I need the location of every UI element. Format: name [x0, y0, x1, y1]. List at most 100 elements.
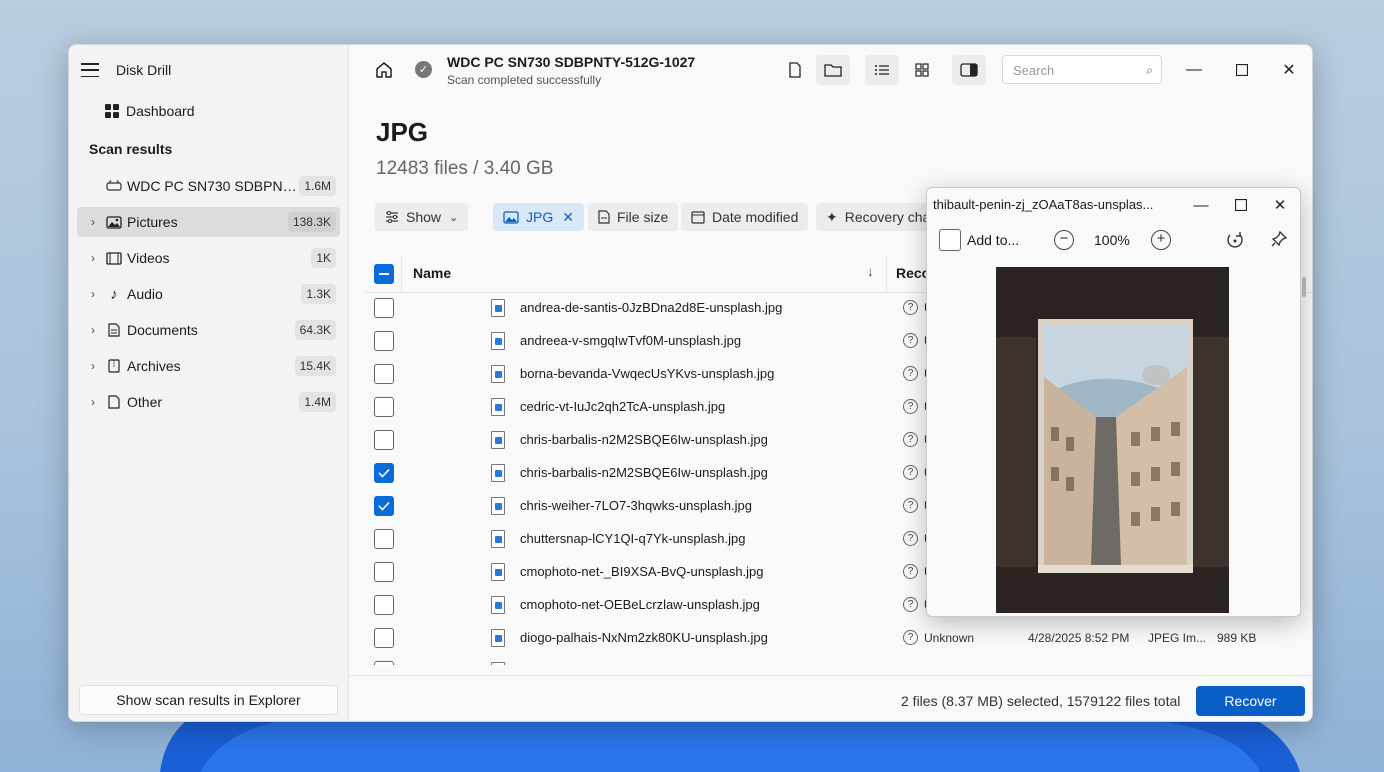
count-badge: 138.3K	[287, 212, 336, 232]
rotate-icon[interactable]	[1225, 230, 1245, 255]
sidebar-item-pictures[interactable]: › Pictures 138.3K	[77, 207, 340, 237]
page-title: JPG	[376, 117, 429, 147]
zoom-level: 100%	[1094, 232, 1130, 248]
jpg-file-icon	[491, 530, 505, 548]
name-column-header[interactable]: Name	[413, 265, 451, 281]
question-icon: ?	[903, 399, 918, 414]
select-all-checkbox[interactable]	[374, 264, 394, 284]
show-in-explorer-button[interactable]: Show scan results in Explorer	[79, 685, 338, 715]
chevron-right-icon[interactable]: ›	[85, 323, 101, 337]
row-checkbox[interactable]	[374, 430, 394, 450]
document-icon	[106, 323, 122, 337]
file-size-filter-label: File size	[617, 209, 669, 225]
question-icon: ?	[903, 300, 918, 315]
sidebar-item-dashboard[interactable]: Dashboard	[105, 103, 195, 119]
row-checkbox[interactable]	[374, 298, 394, 318]
jpg-file-icon	[491, 563, 505, 581]
maximize-icon[interactable]	[1229, 57, 1255, 83]
zoom-in-icon[interactable]: +	[1151, 230, 1171, 250]
chevron-right-icon[interactable]: ›	[85, 359, 101, 373]
sidebar-item-other[interactable]: › Other 1.4M	[77, 387, 340, 417]
row-checkbox[interactable]	[374, 661, 394, 665]
question-icon: ?	[903, 630, 918, 645]
list-view-button[interactable]	[865, 55, 899, 85]
zoom-out-icon[interactable]: −	[1054, 230, 1074, 250]
remove-filter-icon[interactable]: ✕	[562, 209, 574, 226]
home-icon[interactable]	[375, 61, 393, 84]
chevron-right-icon[interactable]: ›	[85, 215, 101, 229]
search-icon[interactable]: ⌕	[1146, 63, 1153, 78]
question-icon: ?	[903, 531, 918, 546]
file-size-filter-button[interactable]: File size	[588, 203, 679, 231]
minimize-icon[interactable]: —	[1181, 57, 1207, 83]
dashboard-label: Dashboard	[126, 103, 195, 119]
question-icon: ?	[903, 564, 918, 579]
row-checkbox-checked[interactable]	[374, 496, 394, 516]
recover-button[interactable]: Recover	[1196, 686, 1305, 716]
table-row-partial[interactable]	[365, 655, 1312, 665]
search-input[interactable]: Search ⌕	[1002, 55, 1162, 84]
row-checkbox[interactable]	[374, 397, 394, 417]
preview-minimize-icon[interactable]: —	[1189, 194, 1213, 216]
question-icon: ?	[903, 366, 918, 381]
file-view-button[interactable]	[778, 55, 812, 85]
row-checkbox[interactable]	[374, 364, 394, 384]
chevron-right-icon[interactable]: ›	[85, 251, 101, 265]
jpg-file-icon	[491, 596, 505, 614]
pin-icon[interactable]	[1270, 230, 1288, 253]
music-note-icon: ♪	[110, 285, 118, 303]
row-checkbox-checked[interactable]	[374, 463, 394, 483]
row-checkbox[interactable]	[374, 529, 394, 549]
count-badge: 1.6M	[299, 176, 336, 196]
dashboard-icon	[105, 104, 119, 118]
table-row[interactable]: diogo-palhais-NxNm2zk80KU-unsplash.jpg ?…	[365, 622, 1312, 655]
chevron-right-icon[interactable]: ›	[85, 395, 101, 409]
date-modified-filter-button[interactable]: Date modified	[681, 203, 809, 231]
folder-view-button[interactable]	[816, 55, 850, 85]
file-name: chris-weiher-7LO7-3hqwks-unsplash.jpg	[520, 498, 752, 513]
show-filter-button[interactable]: Show ⌄	[375, 203, 469, 231]
sort-arrow-down-icon[interactable]: ↓	[867, 264, 874, 279]
column-divider	[886, 255, 887, 293]
jpg-file-icon	[491, 464, 505, 482]
count-badge: 64.3K	[294, 320, 336, 340]
scrollbar-thumb[interactable]	[1302, 277, 1306, 297]
sidebar-item-label: WDC PC SN730 SDBPNTY...	[127, 178, 300, 194]
preview-close-icon[interactable]: ✕	[1268, 194, 1292, 216]
preview-pane-button[interactable]	[952, 55, 986, 85]
row-checkbox[interactable]	[374, 595, 394, 615]
sidebar-item-videos[interactable]: › Videos 1K	[77, 243, 340, 273]
count-badge: 1.3K	[301, 284, 336, 304]
chevron-right-icon[interactable]: ›	[85, 287, 101, 301]
close-icon[interactable]: ✕	[1276, 57, 1302, 83]
row-checkbox[interactable]	[374, 628, 394, 648]
count-badge: 15.4K	[294, 356, 336, 376]
recovery-chances-filter-button[interactable]: ✦ Recovery cha	[816, 203, 928, 231]
grid-view-button[interactable]	[905, 55, 939, 85]
drive-icon	[106, 179, 122, 193]
file-name: diogo-palhais-NxNm2zk80KU-unsplash.jpg	[520, 630, 768, 645]
preview-maximize-icon[interactable]	[1229, 194, 1253, 216]
sidebar-item-documents[interactable]: › Documents 64.3K	[77, 315, 340, 345]
row-checkbox[interactable]	[374, 562, 394, 582]
check-circle-icon: ✓	[415, 61, 432, 78]
add-to-checkbox[interactable]	[939, 229, 961, 251]
sidebar-item-audio[interactable]: › ♪ Audio 1.3K	[77, 279, 340, 309]
jpg-file-icon	[491, 629, 505, 647]
row-checkbox[interactable]	[374, 331, 394, 351]
add-to-label[interactable]: Add to...	[967, 232, 1019, 248]
chevron-down-icon: ⌄	[449, 211, 459, 224]
sidebar-item-label: Archives	[127, 358, 181, 374]
file-name: chris-barbalis-n2M2SBQE6Iw-unsplash.jpg	[520, 432, 768, 447]
file-name: borna-bevanda-VwqecUsYKvs-unsplash.jpg	[520, 366, 775, 381]
sidebar-item-label: Pictures	[127, 214, 178, 230]
scan-results-heading: Scan results	[89, 141, 173, 157]
sparkle-icon: ✦	[826, 208, 838, 225]
hamburger-menu-icon[interactable]	[81, 63, 99, 77]
file-name: cmophoto-net-_BI9XSA-BvQ-unsplash.jpg	[520, 564, 764, 579]
file-icon	[598, 210, 610, 224]
file-name: andreea-v-smgqIwTvf0M-unsplash.jpg	[520, 333, 742, 348]
jpg-filter-chip[interactable]: JPG ✕	[493, 203, 584, 231]
sidebar-item-archives[interactable]: › Archives 15.4K	[77, 351, 340, 381]
sidebar-item-device[interactable]: WDC PC SN730 SDBPNTY... 1.6M	[77, 171, 340, 201]
